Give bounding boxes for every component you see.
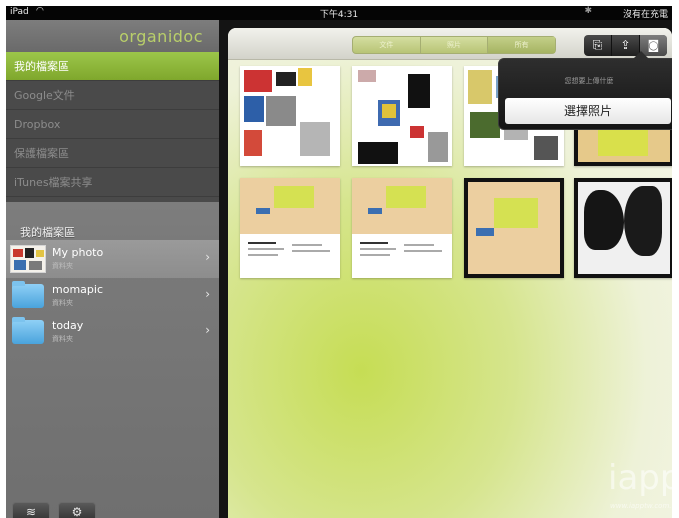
segment-photos[interactable]: 照片 — [421, 37, 489, 53]
action-button-group: ⎘ ⇪ ◙ — [584, 35, 667, 56]
file-thumbnail[interactable] — [240, 66, 340, 166]
watermark-url: www.iapptw.com.tw — [610, 502, 672, 510]
panel-toolbar: 文件 照片 所有 ⎘ ⇪ ◙ — [228, 28, 672, 60]
choose-photo-button[interactable]: 選擇照片 — [505, 98, 671, 124]
chevron-right-icon: › — [205, 323, 210, 337]
segment-documents[interactable]: 文件 — [353, 37, 421, 53]
segment-all[interactable]: 所有 — [488, 37, 556, 53]
folder-row-today[interactable]: today 資料夾 › — [6, 313, 219, 351]
folder-icon — [12, 281, 44, 308]
share-icon: ⇪ — [620, 38, 631, 52]
folder-name: today — [52, 319, 84, 332]
filter-segmented-control: 文件 照片 所有 — [352, 36, 556, 54]
chevron-right-icon: › — [205, 287, 210, 301]
folder-subtitle: 資料夾 — [52, 299, 73, 307]
folder-subtitle: 資料夾 — [52, 335, 73, 343]
source-menu: 我的檔案區 Google文件 Dropbox 保護檔案區 iTunes檔案共享 — [6, 52, 219, 202]
logo-bar: organidoc — [6, 20, 219, 52]
file-thumbnail[interactable] — [240, 178, 340, 278]
wifi-share-button[interactable]: ≋ — [12, 502, 50, 518]
upload-popover: 您想要上傳什麼 選擇照片 — [498, 51, 672, 130]
settings-button[interactable]: ⚙ — [58, 502, 96, 518]
file-thumbnail[interactable] — [352, 66, 452, 166]
photo-folder-thumbnail — [10, 245, 46, 273]
folder-icon — [12, 317, 44, 344]
menu-item-google-docs[interactable]: Google文件 — [6, 81, 219, 110]
watermark-logo: iapp — [608, 458, 672, 498]
file-thumbnail[interactable] — [464, 178, 564, 278]
battery-status: 沒有在充電 — [622, 10, 668, 20]
gear-icon: ⚙ — [71, 505, 83, 518]
wifi-icon: ≋ — [25, 505, 37, 518]
import-icon: ⎘ — [592, 38, 603, 52]
menu-item-protected[interactable]: 保護檔案區 — [6, 139, 219, 168]
status-bar: iPad ◠ 下午4:31 ✱ 沒有在充電 — [6, 6, 672, 20]
menu-item-my-files[interactable]: 我的檔案區 — [6, 52, 219, 81]
file-thumbnail[interactable] — [352, 178, 452, 278]
folder-subtitle: 資料夾 — [52, 262, 73, 270]
app-logo: organidoc — [119, 27, 203, 46]
clock: 下午4:31 — [319, 10, 359, 20]
import-button[interactable]: ⎘ — [584, 35, 612, 56]
section-title: 我的檔案區 — [20, 226, 75, 239]
folder-row-my-photo[interactable]: My photo 資料夾 › — [6, 240, 219, 278]
file-thumbnail[interactable] — [574, 178, 672, 278]
camera-icon: ◙ — [647, 38, 660, 52]
menu-item-dropbox[interactable]: Dropbox — [6, 110, 219, 139]
folder-row-momapic[interactable]: momapic 資料夾 › — [6, 277, 219, 315]
menu-item-itunes-sharing[interactable]: iTunes檔案共享 — [6, 168, 219, 197]
folder-name: My photo — [52, 246, 104, 259]
popover-title: 您想要上傳什麼 — [564, 77, 614, 85]
chevron-right-icon: › — [205, 250, 210, 264]
ipad-screen: iPad ◠ 下午4:31 ✱ 沒有在充電 organidoc 我的檔案區 Go… — [6, 6, 672, 518]
folder-name: momapic — [52, 283, 103, 296]
bluetooth-icon: ✱ — [584, 6, 592, 16]
sidebar: organidoc 我的檔案區 Google文件 Dropbox 保護檔案區 i… — [6, 20, 219, 518]
